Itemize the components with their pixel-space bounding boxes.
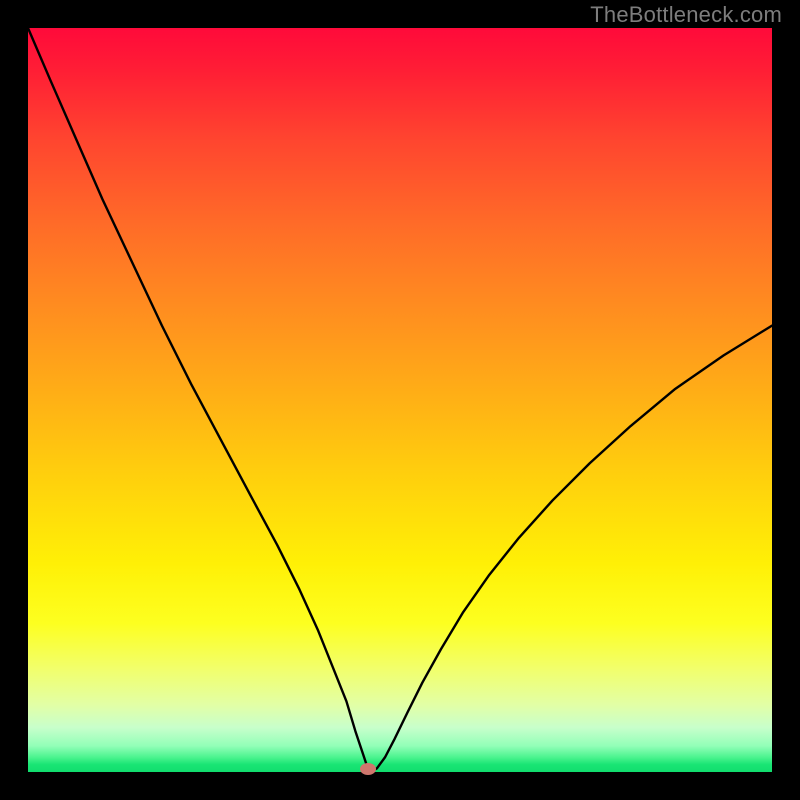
bottleneck-curve bbox=[28, 28, 772, 772]
watermark-text: TheBottleneck.com bbox=[590, 2, 782, 28]
chart-frame: TheBottleneck.com bbox=[0, 0, 800, 800]
minimum-marker bbox=[360, 763, 376, 775]
